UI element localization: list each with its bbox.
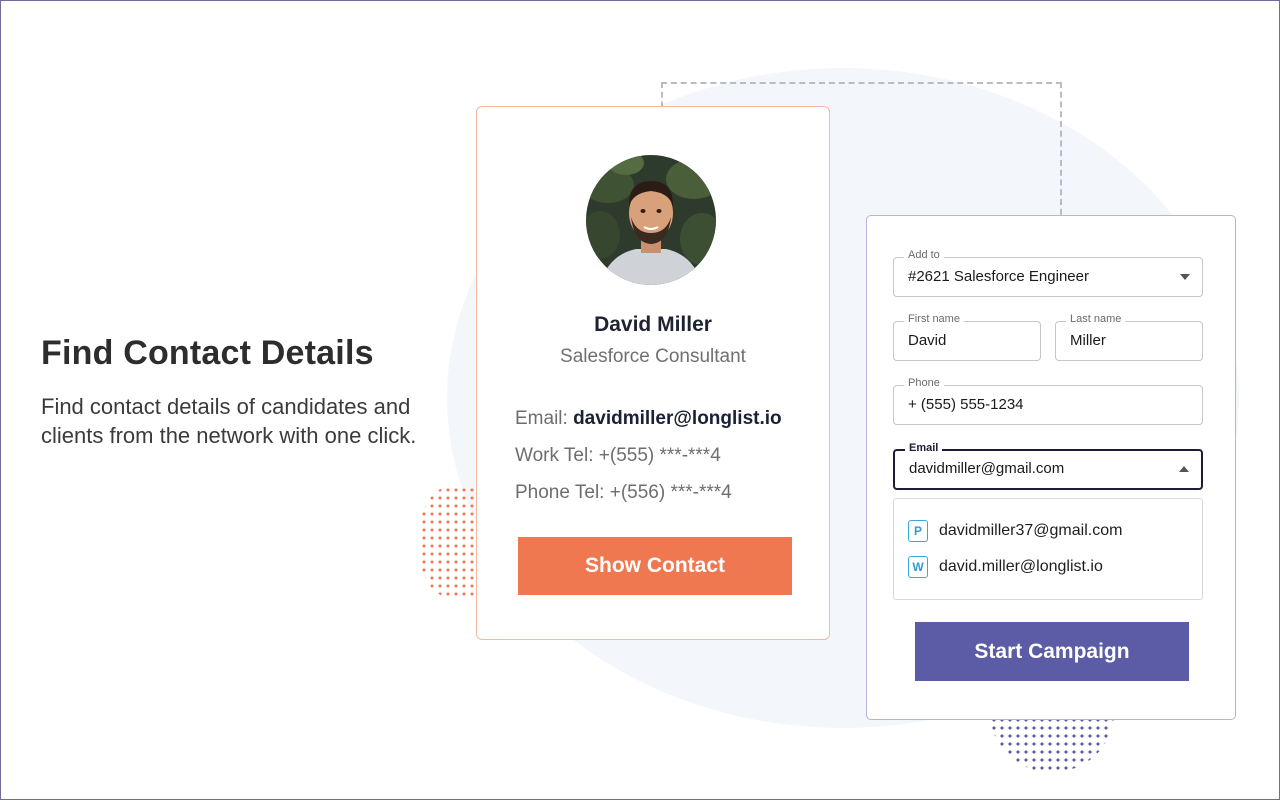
email-option-text: david.miller@longlist.io xyxy=(939,558,1103,575)
email-field-value: davidmiller@gmail.com xyxy=(909,460,1065,477)
phone-tel-row: Phone Tel: +(556) ***-***4 xyxy=(515,482,732,504)
add-to-value: #2621 Salesforce Engineer xyxy=(908,268,1089,285)
last-name-label: Last name xyxy=(1066,313,1126,325)
email-label: Email: xyxy=(515,408,568,429)
hero-description: Find contact details of candidates and c… xyxy=(41,394,417,448)
start-campaign-button[interactable]: Start Campaign xyxy=(915,622,1189,681)
first-name-value: David xyxy=(908,332,947,349)
phone-label: Phone xyxy=(904,377,944,389)
contact-name: David Miller xyxy=(594,313,712,336)
email-option-work[interactable]: W david.miller@longlist.io xyxy=(908,555,1103,579)
first-name-field[interactable]: First name David xyxy=(893,313,1041,361)
phone-tel-value: +(556) ***-***4 xyxy=(609,482,732,503)
add-contact-form: Add to #2621 Salesforce Engineer First n… xyxy=(866,215,1236,720)
caret-down-icon xyxy=(1180,274,1190,280)
phone-field[interactable]: Phone + (555) 555-1234 xyxy=(893,377,1203,425)
contact-role: Salesforce Consultant xyxy=(560,346,746,367)
email-option-personal[interactable]: P davidmiller37@gmail.com xyxy=(908,519,1122,543)
email-row: Email: davidmiller@longlist.io xyxy=(515,408,782,430)
work-tel-label: Work Tel: xyxy=(515,445,594,466)
email-option-text: davidmiller37@gmail.com xyxy=(939,522,1123,539)
work-badge-icon: W xyxy=(908,556,928,578)
add-to-select[interactable]: Add to #2621 Salesforce Engineer xyxy=(893,249,1203,297)
last-name-field[interactable]: Last name Miller xyxy=(1055,313,1203,361)
first-name-label: First name xyxy=(904,313,964,325)
email-select[interactable]: Email davidmiller@gmail.com xyxy=(893,442,1203,490)
work-tel-value: +(555) ***-***4 xyxy=(598,445,721,466)
avatar xyxy=(586,155,716,285)
show-contact-button[interactable]: Show Contact xyxy=(518,537,792,595)
profile-card: David Miller Salesforce Consultant Email… xyxy=(476,106,830,640)
phone-tel-label: Phone Tel: xyxy=(515,482,605,503)
personal-badge-icon: P xyxy=(908,520,928,542)
last-name-value: Miller xyxy=(1070,332,1106,349)
hero-title: Find Contact Details xyxy=(41,334,374,372)
phone-value: + (555) 555-1234 xyxy=(908,396,1024,413)
add-to-label: Add to xyxy=(904,249,944,261)
caret-up-icon xyxy=(1179,466,1189,472)
email-field-label: Email xyxy=(905,442,943,454)
email-dropdown: P davidmiller37@gmail.com W david.miller… xyxy=(893,498,1203,600)
work-tel-row: Work Tel: +(555) ***-***4 xyxy=(515,445,721,467)
email-value: davidmiller@longlist.io xyxy=(573,408,782,429)
